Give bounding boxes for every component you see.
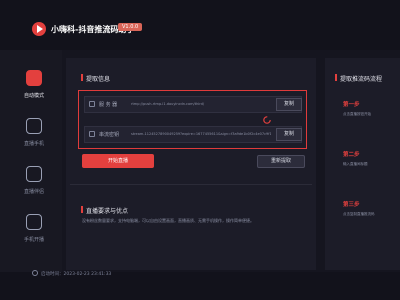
copy-stream-key-button[interactable]: 复制	[276, 128, 302, 141]
sidebar-item-label: 自动模式	[23, 93, 44, 99]
step-1-label: 第一步	[343, 102, 360, 108]
sidebar-item-auto-mode[interactable]: 自动模式	[0, 62, 62, 110]
app-logo-icon	[32, 22, 46, 36]
divider	[70, 184, 312, 185]
status-text: 启动时间：2023-02-23 23:41:33	[41, 272, 112, 277]
stream-key-label: 串流密钥	[99, 132, 120, 138]
sidebar-item-label: 直播伴侣	[23, 189, 44, 195]
auto-mode-icon	[26, 70, 42, 86]
live-companion-icon	[26, 166, 42, 182]
stream-key-value: stream-1124527890049259?expire=167745561…	[131, 132, 271, 136]
sidebar-item-live-companion[interactable]: 直播伴侣	[0, 158, 62, 206]
sidebar-item-live-phone[interactable]: 直播手机	[0, 110, 62, 158]
step-2-description: 输入直播间标题	[343, 162, 368, 166]
server-label: 服 务 器	[99, 102, 118, 108]
step-1-description: 点击直播按钮开始	[343, 112, 371, 116]
copy-server-button[interactable]: 复制	[276, 98, 302, 111]
refresh-icon[interactable]	[262, 115, 272, 125]
right-panel-title: 提取推流码流程	[334, 74, 383, 83]
refetch-button[interactable]: 重新提取	[257, 155, 305, 168]
server-field[interactable]: 服 务 器 rtmp://push-rtmp-l1.douyincdn.com/…	[84, 96, 302, 113]
sidebar-item-label: 手机开播	[23, 237, 44, 243]
server-value: rtmp://push-rtmp-l1.douyincdn.com/third/	[131, 102, 205, 106]
title-bar: 小嗨科-抖音推流码助手 V1.0.0	[0, 0, 400, 50]
version-badge: V1.0.0	[118, 23, 143, 31]
step-3-label: 第三步	[343, 202, 360, 208]
requirements-description: 没有粉丝数量要求，支持电脑端，可以自由设置画面，直播画质、无需手机操作，操作简单…	[82, 218, 254, 223]
clock-icon	[32, 270, 38, 276]
server-icon	[89, 101, 95, 107]
stream-key-field[interactable]: 串流密钥 stream-1124527890049259?expire=1677…	[84, 126, 302, 143]
start-live-button[interactable]: 开始直播	[82, 154, 154, 168]
camera-icon	[26, 118, 42, 134]
step-2-label: 第二步	[343, 152, 360, 158]
sidebar-item-phone-live[interactable]: 手机开播	[0, 206, 62, 254]
app-window: 小嗨科-抖音推流码助手 V1.0.0 自动模式 直播手机 直播伴侣 手机开播 提…	[0, 0, 400, 300]
fetch-section-title: 提取信息	[80, 74, 111, 83]
sidebar: 自动模式 直播手机 直播伴侣 手机开播	[0, 50, 62, 272]
requirements-title: 直播要求与优点	[80, 206, 129, 215]
phone-icon	[26, 214, 42, 230]
sidebar-item-label: 直播手机	[23, 141, 44, 147]
step-3-description: 点击复制直播推流码	[343, 212, 375, 216]
key-icon	[89, 131, 95, 137]
